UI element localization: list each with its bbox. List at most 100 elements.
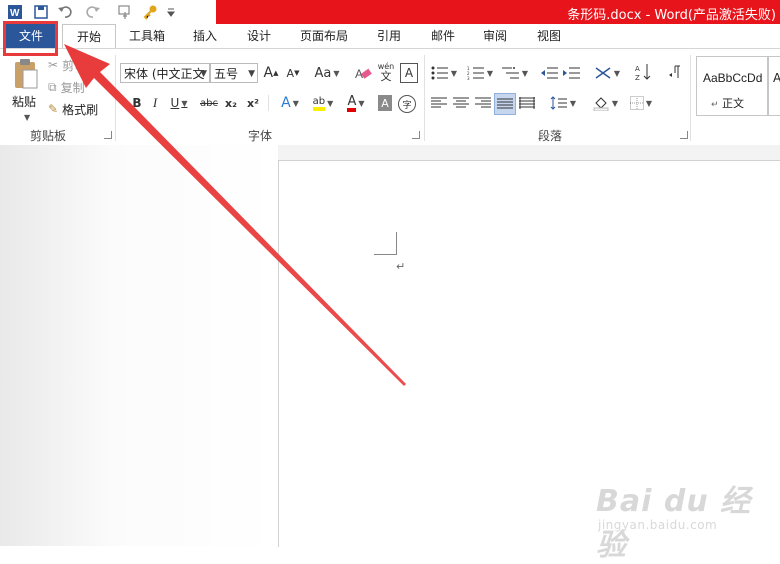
text-effects-glyph: A: [281, 95, 291, 111]
align-center-icon[interactable]: [452, 93, 470, 113]
clipboard-group-label: 剪贴板: [30, 129, 67, 143]
title-bar: W 条形码.docx - Word(产品激活失败): [0, 0, 780, 24]
style-next[interactable]: A: [768, 56, 780, 116]
numbering-button[interactable]: 1 2 3 ▼: [466, 63, 494, 83]
sort-icon[interactable]: AZ: [634, 61, 652, 83]
shrink-font-glyph: A: [286, 66, 295, 80]
decrease-indent-icon[interactable]: [540, 63, 560, 83]
character-border-glyph: A: [404, 66, 414, 80]
subscript-button[interactable]: x₂: [222, 93, 240, 113]
line-spacing-button[interactable]: ▼: [548, 93, 578, 113]
multilevel-list-button[interactable]: ▼: [500, 63, 530, 83]
tab-references[interactable]: 引用: [366, 24, 412, 48]
style-name: 正文: [722, 97, 745, 110]
show-paragraph-marks-icon[interactable]: [666, 61, 684, 83]
phonetic-bottom: 文: [380, 70, 392, 83]
svg-text:Z: Z: [635, 74, 640, 81]
save-icon[interactable]: [30, 1, 52, 23]
tab-view[interactable]: 视图: [526, 24, 572, 48]
font-color-button[interactable]: A ▼: [342, 93, 370, 113]
font-name-value: 宋体 (中文正文: [124, 67, 205, 81]
tab-mailings[interactable]: 邮件: [420, 24, 466, 48]
style-normal[interactable]: AaBbCcDd ↵ 正文: [696, 56, 768, 116]
chevron-down-icon: ▼: [248, 69, 255, 79]
chevron-down-icon: ▼: [200, 69, 207, 79]
italic-button[interactable]: I: [146, 93, 164, 113]
format-painter-button[interactable]: ✎ 格式刷: [48, 99, 98, 119]
font-color-glyph: A: [347, 95, 357, 112]
svg-text:3: 3: [467, 76, 470, 80]
justify-icon[interactable]: [494, 93, 516, 115]
key-icon[interactable]: [140, 1, 162, 23]
style-name-row: ↵ 正文: [711, 95, 744, 111]
character-shading-glyph: A: [381, 96, 389, 110]
align-left-icon[interactable]: [430, 93, 448, 113]
document-margin: [0, 145, 278, 546]
highlight-color-button[interactable]: ab ▼: [308, 93, 338, 113]
superscript-button[interactable]: x²: [244, 93, 262, 113]
bold-button[interactable]: B: [128, 93, 146, 113]
touch-mode-icon[interactable]: [114, 1, 136, 23]
font-name-select[interactable]: 宋体 (中文正文 ▼: [120, 63, 210, 83]
strikethrough-button[interactable]: abc: [198, 93, 220, 113]
watermark: Bai du 经验 jingyan.baidu.com: [596, 476, 776, 563]
grow-font-button[interactable]: A ▲: [262, 63, 280, 83]
format-painter-label: 格式刷: [62, 102, 99, 117]
underline-glyph: U: [170, 96, 180, 110]
change-case-button[interactable]: Aa ▼: [312, 63, 342, 83]
copy-label: 复制: [60, 80, 85, 95]
font-launcher-icon[interactable]: [412, 131, 420, 139]
bullets-button[interactable]: ▼: [430, 63, 458, 83]
character-border-button[interactable]: A: [400, 63, 418, 83]
subscript-glyph: x₂: [225, 96, 237, 110]
margin-corner-marker: [374, 232, 397, 255]
paragraph-group-label: 段落: [538, 129, 563, 143]
borders-button[interactable]: ▼: [626, 93, 656, 113]
align-right-icon[interactable]: [474, 93, 492, 113]
customize-qat-icon[interactable]: [166, 1, 176, 23]
undo-icon[interactable]: [56, 1, 78, 23]
enclose-glyph: 字: [402, 100, 412, 111]
tab-toolbox[interactable]: 工具箱: [120, 24, 174, 48]
distributed-icon[interactable]: [518, 93, 536, 113]
ribbon-tabs: 文件 开始 工具箱 插入 设计 页面布局 引用 邮件 审阅 视图: [0, 24, 780, 49]
word-logo-icon[interactable]: W: [4, 1, 26, 23]
underline-button[interactable]: U ▼: [166, 93, 192, 113]
enclose-characters-button[interactable]: 字: [398, 95, 416, 113]
cut-label: 剪切: [62, 58, 87, 73]
increase-indent-icon[interactable]: [562, 63, 582, 83]
highlight-glyph: ab: [312, 96, 326, 111]
font-group-label: 字体: [248, 129, 273, 143]
character-shading-button[interactable]: A: [378, 95, 392, 111]
superscript-glyph: x²: [247, 96, 259, 110]
text-effects-button[interactable]: A ▼: [276, 93, 304, 113]
chinese-layout-button[interactable]: ▼: [592, 63, 622, 83]
paragraph-mark: ↵: [396, 260, 406, 273]
group-divider: [690, 55, 691, 141]
tab-page-layout[interactable]: 页面布局: [292, 24, 356, 48]
tab-insert[interactable]: 插入: [182, 24, 228, 48]
clear-formatting-icon[interactable]: A: [354, 63, 372, 83]
cut-button[interactable]: ✂ 剪切: [48, 55, 86, 75]
phonetic-guide-button[interactable]: wén 文: [376, 59, 396, 85]
bold-glyph: B: [132, 96, 142, 110]
grow-font-glyph: A: [263, 65, 274, 81]
title-band: 条形码.docx - Word(产品激活失败): [216, 0, 780, 24]
paragraph-mark-icon: ↵: [711, 100, 719, 110]
shrink-font-button[interactable]: A ▼: [284, 63, 302, 83]
copy-button[interactable]: ⧉ 复制: [48, 77, 85, 97]
group-divider: [115, 55, 116, 141]
clipboard-launcher-icon[interactable]: [104, 131, 112, 139]
font-size-select[interactable]: 五号 ▼: [210, 63, 258, 83]
paste-icon[interactable]: [10, 57, 40, 93]
ribbon-home: 粘贴 ▼ ✂ 剪切 ⧉ 复制 ✎ 格式刷 剪贴板 宋体 (中文正文 ▼ 五号 ▼…: [0, 48, 780, 146]
tab-review[interactable]: 审阅: [472, 24, 518, 48]
tab-home[interactable]: 开始: [62, 24, 116, 49]
redo-icon[interactable]: [82, 1, 104, 23]
paragraph-launcher-icon[interactable]: [680, 131, 688, 139]
brush-icon: ✎: [48, 102, 59, 116]
tab-design[interactable]: 设计: [236, 24, 282, 48]
shading-button[interactable]: ▼: [590, 93, 620, 113]
paste-dropdown[interactable]: ▼: [22, 107, 30, 127]
scissors-icon: ✂: [48, 58, 59, 72]
